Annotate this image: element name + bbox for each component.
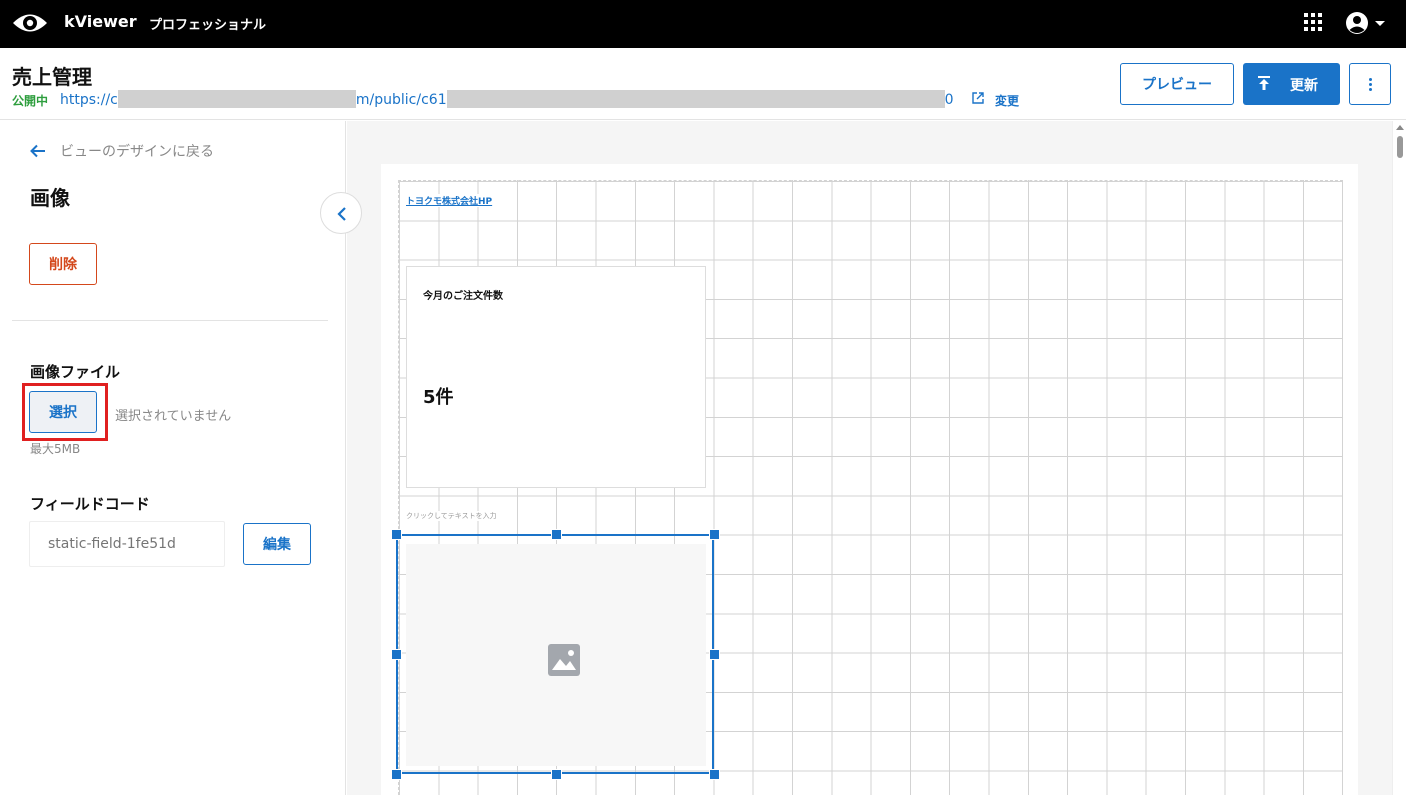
- upload-icon: [1258, 76, 1270, 90]
- resize-handle-left[interactable]: [391, 649, 402, 660]
- field-code-label: フィールドコード: [30, 495, 150, 513]
- kpi-title: 今月のご注文件数: [423, 291, 503, 302]
- resize-handle-top-right[interactable]: [709, 529, 720, 540]
- design-canvas-area: トヨクモ株式会社HP 今月のご注文件数 5件 クリックしてテキストを入力: [347, 121, 1392, 795]
- properties-panel: ビューのデザインに戻る 画像 削除 画像ファイル 選択 選択されていません 最大…: [0, 121, 346, 795]
- image-placeholder: [406, 544, 706, 766]
- eye-logo-icon[interactable]: [11, 10, 49, 36]
- kpi-card[interactable]: 今月のご注文件数 5件: [406, 266, 706, 488]
- page-header: 売上管理 公開中 https://c m/public/c61 0 変更 プレビュー…: [0, 48, 1406, 120]
- delete-button[interactable]: 削除: [29, 243, 97, 285]
- image-file-label: 画像ファイル: [30, 363, 121, 381]
- image-placeholder-icon: [548, 644, 580, 676]
- resize-handle-bottom-right[interactable]: [709, 769, 720, 780]
- url-redaction: [446, 90, 945, 108]
- max-size-hint: 最大5MB: [30, 442, 81, 456]
- app-name: kViewer: [64, 12, 137, 31]
- more-dot: [1369, 83, 1372, 86]
- public-url-link[interactable]: https://c m/public/c61 0: [60, 90, 954, 108]
- resize-handle-bottom-left[interactable]: [391, 769, 402, 780]
- more-options-button[interactable]: [1349, 63, 1391, 105]
- scroll-up-arrow-icon[interactable]: [1396, 125, 1404, 130]
- url-part-start: https://c: [60, 92, 118, 108]
- url-part-middle: m/public/c61: [355, 92, 447, 108]
- divider: [12, 320, 328, 321]
- resize-handle-top[interactable]: [551, 529, 562, 540]
- url-redaction: [117, 90, 356, 108]
- status-badge: 公開中: [12, 94, 49, 108]
- grid-apps-icon[interactable]: [1304, 13, 1322, 31]
- resize-handle-top-left[interactable]: [391, 529, 402, 540]
- panel-title: 画像: [30, 186, 70, 210]
- external-link-icon[interactable]: [972, 92, 984, 104]
- no-file-selected-text: 選択されていません: [115, 409, 232, 424]
- back-link-label: ビューのデザインに戻る: [60, 144, 214, 160]
- resize-handle-bottom[interactable]: [551, 769, 562, 780]
- back-to-design-link[interactable]: ビューのデザインに戻る: [30, 141, 214, 161]
- edit-field-code-button[interactable]: 編集: [243, 523, 311, 565]
- selected-image-element[interactable]: [391, 529, 720, 780]
- update-button[interactable]: 更新: [1243, 63, 1340, 105]
- company-hp-link[interactable]: トヨクモ株式会社HP: [406, 194, 493, 207]
- design-canvas[interactable]: トヨクモ株式会社HP 今月のご注文件数 5件 クリックしてテキストを入力: [381, 164, 1358, 795]
- account-circle-icon[interactable]: [1345, 10, 1387, 36]
- more-dot: [1369, 78, 1372, 81]
- collapse-panel-button[interactable]: [320, 192, 362, 234]
- more-dot: [1369, 88, 1372, 91]
- resize-handle-right[interactable]: [709, 649, 720, 660]
- top-bar: kViewer プロフェッショナル: [0, 0, 1406, 48]
- chevron-left-icon: [337, 207, 346, 221]
- edition-label: プロフェッショナル: [149, 18, 267, 33]
- url-part-end: 0: [944, 92, 954, 108]
- arrow-left-icon: [30, 144, 45, 158]
- select-file-button[interactable]: 選択: [29, 391, 97, 433]
- kpi-value: 5件: [423, 387, 454, 408]
- text-input-placeholder[interactable]: クリックしてテキストを入力: [406, 511, 497, 521]
- change-url-link[interactable]: 変更: [995, 92, 1019, 109]
- field-code-input[interactable]: [29, 521, 225, 567]
- scroll-thumb[interactable]: [1397, 136, 1403, 158]
- update-button-label: 更新: [1290, 78, 1318, 94]
- preview-button[interactable]: プレビュー: [1120, 63, 1234, 105]
- vertical-scrollbar[interactable]: [1392, 121, 1406, 795]
- page-title: 売上管理: [12, 65, 92, 89]
